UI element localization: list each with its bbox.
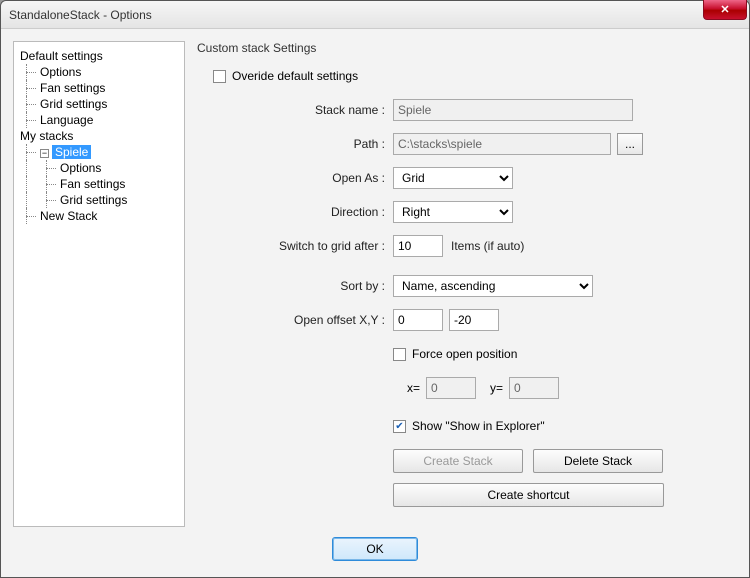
stack-buttons-row: Create Stack Delete Stack xyxy=(393,449,729,473)
show-explorer-checkbox[interactable]: ✔ xyxy=(393,420,406,433)
client-area: Default settings Options Fan settings Gr… xyxy=(1,29,749,577)
direction-label: Direction : xyxy=(213,205,393,219)
tree-spiele-label: Spiele xyxy=(52,145,91,159)
form-body: Overide default settings Stack name : Pa… xyxy=(197,63,729,507)
close-button[interactable]: ✕ xyxy=(703,0,747,20)
x-label: x= xyxy=(407,381,420,395)
delete-stack-button[interactable]: Delete Stack xyxy=(533,449,663,473)
create-stack-button[interactable]: Create Stack xyxy=(393,449,523,473)
y-input[interactable] xyxy=(509,377,559,399)
titlebar[interactable]: StandaloneStack - Options ✕ xyxy=(1,1,749,29)
override-row: Overide default settings xyxy=(213,63,729,89)
window-title: StandaloneStack - Options xyxy=(9,8,152,22)
ok-button[interactable]: OK xyxy=(332,537,418,561)
offset-x-input[interactable] xyxy=(393,309,443,331)
create-shortcut-button[interactable]: Create shortcut xyxy=(393,483,664,507)
direction-select[interactable]: Right xyxy=(393,201,513,223)
offset-y-input[interactable] xyxy=(449,309,499,331)
force-checkbox[interactable] xyxy=(393,348,406,361)
section-title: Custom stack Settings xyxy=(197,41,729,55)
override-label: Overide default settings xyxy=(232,69,358,83)
path-label: Path : xyxy=(213,137,393,151)
path-input[interactable] xyxy=(393,133,611,155)
open-as-select[interactable]: Grid xyxy=(393,167,513,189)
tree-spiele-fan[interactable]: Fan settings xyxy=(18,176,180,192)
switch-input[interactable] xyxy=(393,235,443,257)
x-input[interactable] xyxy=(426,377,476,399)
y-label: y= xyxy=(490,381,503,395)
tree-new-stack[interactable]: New Stack xyxy=(18,208,180,224)
window-controls: ✕ xyxy=(703,0,747,20)
switch-after-label: Items (if auto) xyxy=(451,239,524,253)
stack-name-input[interactable] xyxy=(393,99,633,121)
form-panel: Custom stack Settings Overide default se… xyxy=(197,41,737,527)
tree-language[interactable]: Language xyxy=(18,112,180,128)
collapse-icon[interactable]: − xyxy=(40,149,49,158)
override-checkbox[interactable] xyxy=(213,70,226,83)
shortcut-row: Create shortcut xyxy=(393,483,729,507)
offset-label: Open offset X,Y : xyxy=(213,313,393,327)
tree-grid-settings[interactable]: Grid settings xyxy=(18,96,180,112)
tree-spiele-options[interactable]: Options xyxy=(18,160,180,176)
switch-label: Switch to grid after : xyxy=(213,239,393,253)
options-window: StandaloneStack - Options ✕ Default sett… xyxy=(0,0,750,578)
open-as-label: Open As : xyxy=(213,171,393,185)
tree-options[interactable]: Options xyxy=(18,64,180,80)
upper-area: Default settings Options Fan settings Gr… xyxy=(13,41,737,527)
tree-default-settings[interactable]: Default settings xyxy=(18,48,180,64)
close-icon: ✕ xyxy=(720,3,729,16)
tree-spiele[interactable]: −Spiele xyxy=(18,144,180,160)
sort-select[interactable]: Name, ascending xyxy=(393,275,593,297)
tree-spiele-grid[interactable]: Grid settings xyxy=(18,192,180,208)
footer: OK xyxy=(13,537,737,565)
sort-label: Sort by : xyxy=(213,279,393,293)
stack-name-label: Stack name : xyxy=(213,103,393,117)
browse-button[interactable]: ... xyxy=(617,133,643,155)
tree-fan-settings[interactable]: Fan settings xyxy=(18,80,180,96)
force-label: Force open position xyxy=(412,347,517,361)
tree-panel[interactable]: Default settings Options Fan settings Gr… xyxy=(13,41,185,527)
show-explorer-label: Show "Show in Explorer" xyxy=(412,419,545,433)
tree-my-stacks[interactable]: My stacks xyxy=(18,128,180,144)
